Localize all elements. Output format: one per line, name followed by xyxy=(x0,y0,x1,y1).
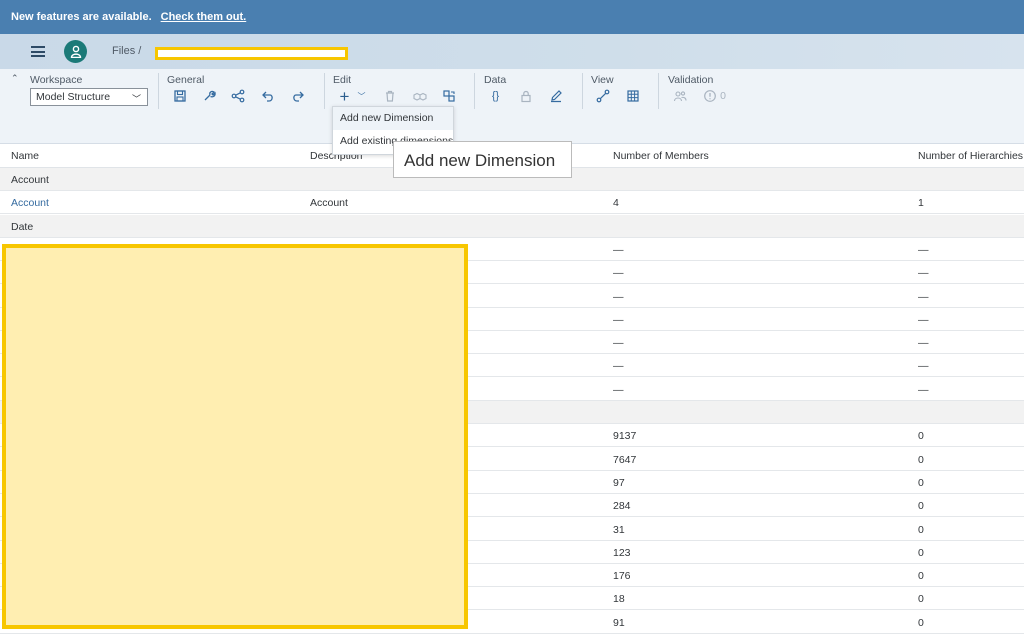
redacted-breadcrumb xyxy=(155,47,348,60)
share-icon[interactable] xyxy=(230,89,245,104)
wrench-icon[interactable] xyxy=(201,89,216,104)
col-hierarchies[interactable]: Number of Hierarchies xyxy=(918,150,1023,162)
add-dropdown-chevron-icon[interactable]: ﹀ xyxy=(354,89,369,104)
cell-members: — xyxy=(613,313,624,326)
cell-members: 9137 xyxy=(613,430,637,443)
hierarchy-view-icon[interactable] xyxy=(595,89,610,104)
cell-name: Date xyxy=(11,220,34,233)
general-label: General xyxy=(167,74,205,86)
cell-hierarchies: 0 xyxy=(918,500,924,513)
menu-item-add-new-dimension[interactable]: Add new Dimension xyxy=(333,107,453,130)
cell-hierarchies: 0 xyxy=(918,523,924,536)
toolbar-secondary xyxy=(0,115,1024,144)
cell-hierarchies: — xyxy=(918,290,929,303)
formula-braces-icon[interactable]: {} xyxy=(488,89,503,104)
alert-icon[interactable] xyxy=(702,89,717,104)
check-them-out-link[interactable]: Check them out. xyxy=(161,11,247,23)
toolbar xyxy=(0,69,1024,115)
cell-hierarchies: 0 xyxy=(918,476,924,489)
cell-members: 31 xyxy=(613,523,625,536)
avatar[interactable] xyxy=(64,40,87,63)
cell-hierarchies: 0 xyxy=(918,453,924,466)
cell-members: — xyxy=(613,360,624,373)
cell-hierarchies: — xyxy=(918,360,929,373)
lock-icon[interactable] xyxy=(518,89,533,104)
redo-icon[interactable] xyxy=(290,89,305,104)
cell-hierarchies: — xyxy=(918,243,929,256)
edit-pencil-icon[interactable] xyxy=(548,89,563,104)
cell-hierarchies: — xyxy=(918,337,929,350)
cell-members: — xyxy=(613,267,624,280)
breadcrumb-files[interactable]: Files / xyxy=(112,45,141,57)
user-icon xyxy=(70,45,81,58)
tooltip: Add new Dimension xyxy=(393,141,572,178)
cell-hierarchies: 0 xyxy=(918,593,924,606)
cell-members: 284 xyxy=(613,500,631,513)
cell-hierarchies: 0 xyxy=(918,430,924,443)
menu-icon[interactable] xyxy=(31,46,45,57)
cell-hierarchies: — xyxy=(918,267,929,280)
cell-name[interactable]: Account xyxy=(11,197,49,209)
cell-members: 18 xyxy=(613,593,625,606)
collapse-toolbar-icon[interactable]: ⌃ xyxy=(11,73,19,84)
cell-members: — xyxy=(613,243,624,256)
separator xyxy=(658,73,659,109)
delete-icon[interactable] xyxy=(382,89,397,104)
chevron-down-icon: ﹀ xyxy=(131,94,141,104)
cell-hierarchies: 1 xyxy=(918,197,924,210)
col-name[interactable]: Name xyxy=(11,150,39,162)
cell-members: 123 xyxy=(613,546,631,559)
cell-members: — xyxy=(613,290,624,303)
validation-count: 0 xyxy=(720,90,726,102)
workspace-select[interactable]: Model Structure ﹀ xyxy=(30,88,148,106)
shell-bar: Files / xyxy=(0,34,1024,69)
redacted-region xyxy=(2,244,468,629)
col-members[interactable]: Number of Members xyxy=(613,150,709,162)
cell-members: — xyxy=(613,383,624,396)
table-row[interactable]: Account Account 4 1 xyxy=(0,191,1024,215)
transfer-icon[interactable] xyxy=(441,89,456,104)
cell-hierarchies: 0 xyxy=(918,616,924,629)
separator xyxy=(474,73,475,109)
cell-hierarchies: — xyxy=(918,383,929,396)
cell-members: 91 xyxy=(613,616,625,629)
cell-description: Account xyxy=(310,197,348,210)
grid-view-icon[interactable] xyxy=(625,89,640,104)
workspace-label: Workspace xyxy=(30,74,83,86)
separator xyxy=(158,73,159,109)
cell-members: 4 xyxy=(613,197,619,210)
cell-name: Account xyxy=(11,174,49,186)
validation-label: Validation xyxy=(668,74,714,86)
cell-hierarchies: 0 xyxy=(918,546,924,559)
cell-hierarchies: 0 xyxy=(918,570,924,583)
banner-message: New features are available. xyxy=(11,11,152,23)
view-label: View xyxy=(591,74,614,86)
save-icon[interactable] xyxy=(172,89,187,104)
cell-hierarchies: — xyxy=(918,313,929,326)
add-icon[interactable]: + xyxy=(337,88,352,105)
cell-members: 7647 xyxy=(613,453,637,466)
group-row[interactable]: Date xyxy=(0,214,1024,238)
undo-icon[interactable] xyxy=(260,89,275,104)
workspace-select-value: Model Structure xyxy=(36,91,111,103)
cell-members: 176 xyxy=(613,570,631,583)
cell-members: 97 xyxy=(613,476,625,489)
cell-members: — xyxy=(613,337,624,350)
separator xyxy=(582,73,583,109)
announcement-banner: New features are available. Check them o… xyxy=(0,0,1024,34)
users-icon[interactable] xyxy=(672,89,687,104)
separator xyxy=(324,73,325,109)
cubes-icon[interactable] xyxy=(412,89,427,104)
data-label: Data xyxy=(484,74,507,86)
edit-label: Edit xyxy=(333,74,352,86)
